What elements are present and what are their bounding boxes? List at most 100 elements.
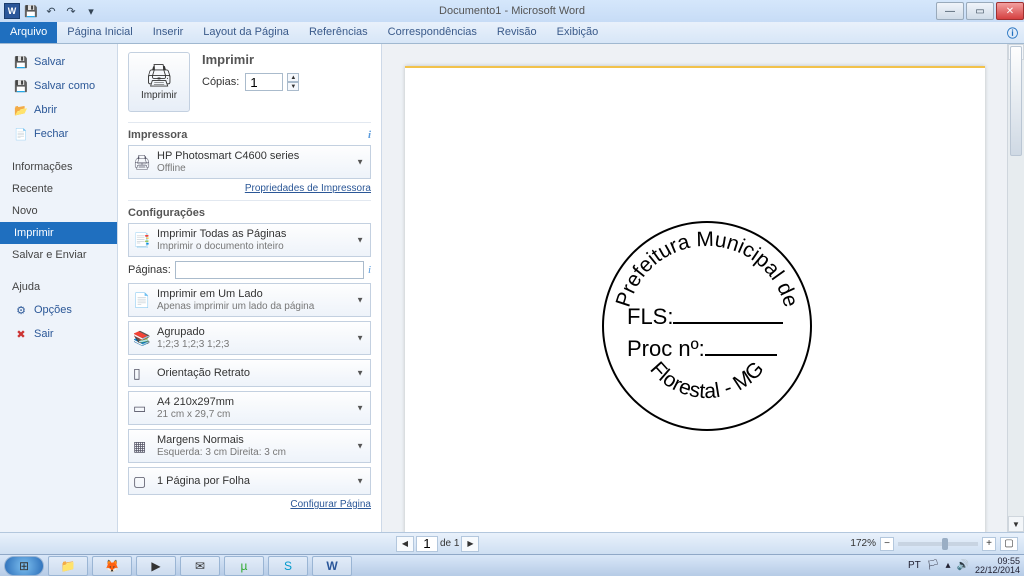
copies-spinner[interactable]: ▲▼: [287, 73, 299, 91]
prev-page-button[interactable]: ◀: [396, 536, 414, 552]
fit-page-button[interactable]: ▢: [1000, 537, 1018, 551]
printer-icon: 🖨: [145, 63, 173, 89]
sidebar-item-save-send[interactable]: Salvar e Enviar: [0, 244, 117, 266]
zoom-out-button[interactable]: −: [880, 537, 894, 551]
sidebar-item-label: Recente: [12, 183, 53, 195]
word-icon: W: [4, 3, 20, 19]
printer-dropdown[interactable]: 🖨 HP Photosmart C4600 seriesOffline ▼: [128, 145, 371, 179]
tab-insert[interactable]: Inserir: [143, 22, 194, 43]
zoom-value: 172%: [850, 538, 876, 549]
options-icon: ⚙: [14, 303, 28, 317]
collate-title: Agrupado: [157, 326, 229, 339]
sidebar-item-label: Salvar como: [34, 80, 95, 92]
qat-customize-icon[interactable]: ▾: [82, 2, 100, 20]
tray-flag-icon[interactable]: 🏳: [927, 560, 940, 571]
collate-dropdown[interactable]: 📚 Agrupado1;2;3 1;2;3 1;2;3 ▼: [128, 321, 371, 355]
sidebar-item-save[interactable]: 💾Salvar: [0, 50, 117, 74]
taskbar-media-icon[interactable]: ▶: [136, 556, 176, 576]
page-side-icon: 📄: [133, 292, 151, 309]
tab-references[interactable]: Referências: [299, 22, 378, 43]
sidebar-item-label: Novo: [12, 205, 38, 217]
chevron-down-icon: ▼: [356, 369, 364, 378]
page-setup-link[interactable]: Configurar Página: [128, 499, 371, 510]
window-title: Documento1 - Microsoft Word: [439, 5, 585, 17]
taskbar-mail-icon[interactable]: ✉: [180, 556, 220, 576]
zoom-knob[interactable]: [942, 538, 948, 550]
tab-review[interactable]: Revisão: [487, 22, 547, 43]
margins-dropdown[interactable]: ▦ Margens NormaisEsquerda: 3 cm Direita:…: [128, 429, 371, 463]
tray-chevron-icon[interactable]: ▴: [945, 560, 950, 571]
orientation-dropdown[interactable]: ▯ Orientação Retrato ▼: [128, 359, 371, 387]
print-button-label: Imprimir: [141, 90, 177, 101]
info-icon[interactable]: i: [368, 264, 371, 276]
tab-mailings[interactable]: Correspondências: [378, 22, 487, 43]
help-icon[interactable]: ⓘ: [1007, 22, 1018, 43]
taskbar-word-icon[interactable]: W: [312, 556, 352, 576]
chevron-down-icon: ▼: [356, 158, 364, 167]
windows-taskbar: ⊞ 📁 🦊 ▶ ✉ µ S W PT 🏳 ▴ 🔊 09:55 22/12/201…: [0, 554, 1024, 576]
qat-undo-icon[interactable]: ↶: [42, 2, 60, 20]
stamp-proc-label: Proc nº:: [627, 336, 705, 361]
backstage: 💾Salvar 💾 Salvar como 📂Abrir 📄Fechar Info…: [0, 44, 1024, 554]
sidebar-item-info[interactable]: Informações: [0, 156, 117, 178]
copies-label: Cópias:: [202, 76, 239, 88]
print-button[interactable]: 🖨 Imprimir: [128, 52, 190, 112]
pages-input[interactable]: [175, 261, 364, 279]
minimize-button[interactable]: —: [936, 2, 964, 20]
next-page-button[interactable]: ▶: [461, 536, 479, 552]
tab-file[interactable]: Arquivo: [0, 22, 57, 43]
vertical-scrollbar[interactable]: ▲ ▼: [1007, 44, 1024, 532]
print-range-title: Imprimir Todas as Páginas: [157, 228, 286, 241]
sidebar-item-print[interactable]: Imprimir: [0, 222, 117, 244]
stamp-fls-label: FLS:: [627, 304, 673, 329]
scroll-down-icon[interactable]: ▼: [1008, 516, 1024, 532]
sidebar-item-options[interactable]: ⚙Opções: [0, 298, 117, 322]
copies-input[interactable]: [245, 73, 283, 91]
taskbar-skype-icon[interactable]: S: [268, 556, 308, 576]
sidebar-item-open[interactable]: 📂Abrir: [0, 98, 117, 122]
scroll-thumb[interactable]: [1010, 46, 1022, 156]
taskbar-utorrent-icon[interactable]: µ: [224, 556, 264, 576]
orientation-icon: ▯: [133, 365, 151, 382]
qat-save-icon[interactable]: 💾: [22, 2, 40, 20]
chevron-down-icon: ▼: [356, 477, 364, 486]
pages-label: Páginas:: [128, 264, 171, 276]
title-bar: W 💾 ↶ ↷ ▾ Documento1 - Microsoft Word — …: [0, 0, 1024, 22]
pages-per-sheet-dropdown[interactable]: ▢ 1 Página por Folha ▼: [128, 467, 371, 495]
taskbar-explorer-icon[interactable]: 📁: [48, 556, 88, 576]
sidebar-item-exit[interactable]: ✖Sair: [0, 322, 117, 346]
tab-layout[interactable]: Layout da Página: [193, 22, 299, 43]
sidebar-item-new[interactable]: Novo: [0, 200, 117, 222]
preview-page: Prefeitura Municipal de Florestal - MG F…: [405, 66, 985, 546]
config-section-heading: Configurações: [128, 207, 205, 219]
start-button[interactable]: ⊞: [4, 556, 44, 576]
sidebar-item-label: Ajuda: [12, 281, 40, 293]
sidebar-item-recent[interactable]: Recente: [0, 178, 117, 200]
zoom-slider[interactable]: [898, 542, 978, 546]
tray-clock[interactable]: 09:55 22/12/2014: [975, 557, 1020, 575]
print-panel: 🖨 Imprimir Imprimir Cópias: ▲▼ Impressor…: [118, 44, 382, 554]
printer-section-heading: Impressora: [128, 129, 187, 141]
stamp-graphic: Prefeitura Municipal de Florestal - MG F…: [599, 218, 815, 434]
print-preview: Prefeitura Municipal de Florestal - MG F…: [382, 44, 1024, 554]
qat-redo-icon[interactable]: ↷: [62, 2, 80, 20]
sides-dropdown[interactable]: 📄 Imprimir em Um LadoApenas imprimir um …: [128, 283, 371, 317]
paper-icon: ▭: [133, 400, 151, 417]
info-icon[interactable]: i: [368, 129, 371, 141]
tray-network-icon[interactable]: 🔊: [957, 560, 969, 571]
print-range-dropdown[interactable]: 📑 Imprimir Todas as PáginasImprimir o do…: [128, 223, 371, 257]
maximize-button[interactable]: ▭: [966, 2, 994, 20]
close-button[interactable]: ✕: [996, 2, 1024, 20]
sidebar-item-help[interactable]: Ajuda: [0, 276, 117, 298]
sidebar-item-close[interactable]: 📄Fechar: [0, 122, 117, 146]
taskbar-firefox-icon[interactable]: 🦊: [92, 556, 132, 576]
printer-properties-link[interactable]: Propriedades de Impressora: [128, 183, 371, 194]
tab-view[interactable]: Exibição: [547, 22, 609, 43]
tray-lang[interactable]: PT: [908, 560, 921, 571]
page-number-input[interactable]: [416, 536, 438, 552]
zoom-in-button[interactable]: +: [982, 537, 996, 551]
paper-dropdown[interactable]: ▭ A4 210x297mm21 cm x 29,7 cm ▼: [128, 391, 371, 425]
tab-home[interactable]: Página Inicial: [57, 22, 142, 43]
saveas-icon: 💾: [14, 79, 28, 93]
sidebar-item-saveas[interactable]: 💾 Salvar como: [0, 74, 117, 98]
